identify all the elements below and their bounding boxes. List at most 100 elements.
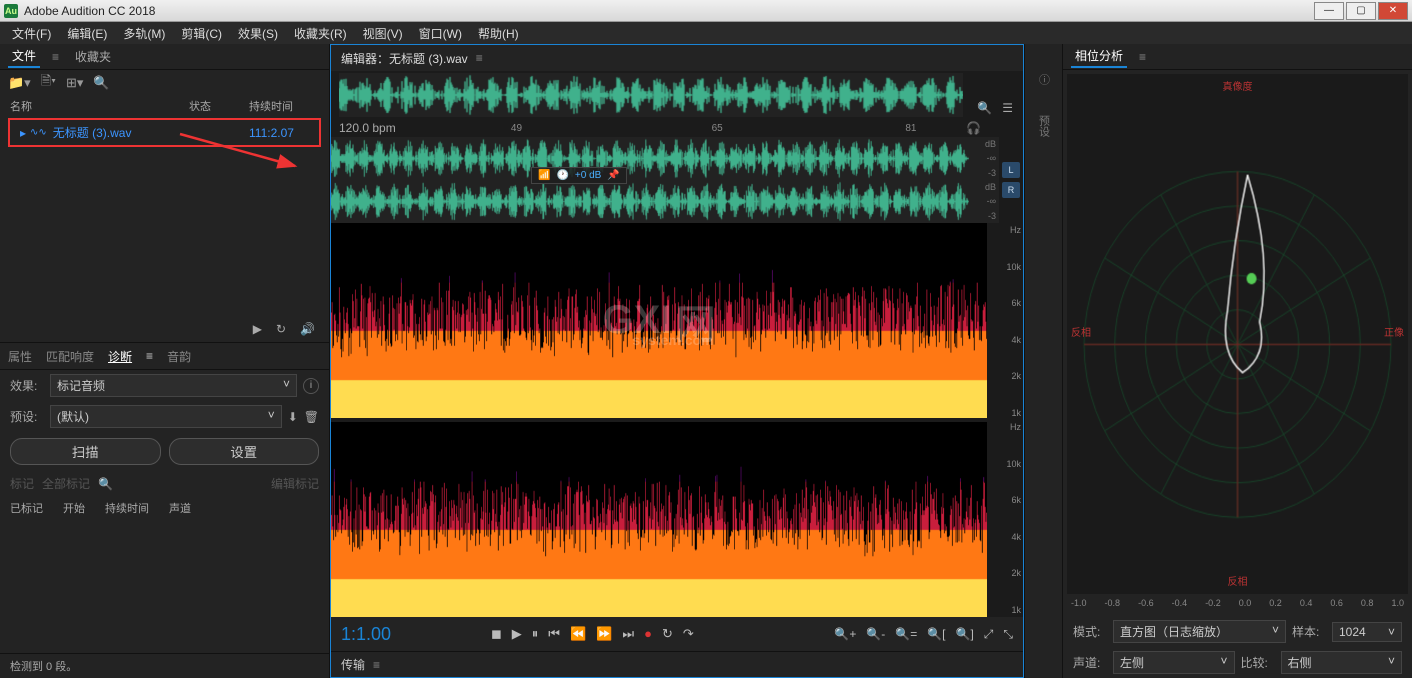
tab-diag[interactable]: 诊断 xyxy=(108,348,132,365)
info-icon[interactable]: i xyxy=(303,378,319,394)
open-file-icon[interactable]: 📁▾ xyxy=(8,75,31,91)
save-preset-icon[interactable]: ⬇ xyxy=(288,410,298,424)
loop-button[interactable]: ↻ xyxy=(662,626,673,642)
file-duration: 111:2.07 xyxy=(249,126,309,140)
left-channel-button[interactable]: L xyxy=(1002,162,1020,178)
new-multitrack-icon[interactable]: 🗎▾ xyxy=(41,72,56,94)
props-menu-icon[interactable]: ≡ xyxy=(146,349,153,363)
col-ch: 声道 xyxy=(169,500,191,516)
delete-preset-icon[interactable]: 🗑 xyxy=(304,410,319,424)
menu-clip[interactable]: 剪辑(C) xyxy=(175,23,228,44)
tab-match[interactable]: 匹配响度 xyxy=(46,348,94,365)
spectrogram-channels[interactable]: GXI网 system.com xyxy=(331,223,987,617)
next-button[interactable]: ⏭ xyxy=(622,626,634,642)
zoom-out-icon[interactable]: 🔍- xyxy=(866,627,885,642)
hud-signal-icon: 📶 xyxy=(538,170,550,181)
col-duration[interactable]: 持续时间 xyxy=(249,98,319,114)
minimize-button[interactable]: — xyxy=(1314,2,1344,20)
headphones-icon[interactable]: 🎧 xyxy=(966,121,981,135)
main-waveform: 📶 🕐 +0 dB 📌 dB-∞-3 dB-∞-3 L R xyxy=(331,137,1023,223)
expand-icon[interactable]: ▸ xyxy=(20,126,26,140)
workspace: 文件 ≡ 收藏夹 📁▾ 🗎▾ ⊞▾ 🔍 名称 状态 持续时间 ▸ ∿∿ 无标题 … xyxy=(0,44,1412,678)
tab-attrs[interactable]: 属性 xyxy=(8,348,32,365)
skip-button[interactable]: ↷ xyxy=(683,626,694,642)
zoom-sel-out-icon[interactable]: 🔍] xyxy=(956,627,974,642)
scan-button[interactable]: 扫描 xyxy=(10,438,161,465)
window-buttons: — ▢ ✕ xyxy=(1312,2,1408,20)
menu-edit[interactable]: 编辑(E) xyxy=(61,23,113,44)
spectro-canvas-left xyxy=(331,223,987,418)
rewind-button[interactable]: ⏪ xyxy=(570,626,586,642)
zoom-in-icon[interactable]: 🔍+ xyxy=(834,627,856,642)
app-title: Adobe Audition CC 2018 xyxy=(24,4,155,18)
panel-menu-icon[interactable]: ≡ xyxy=(52,50,59,64)
close-button[interactable]: ✕ xyxy=(1378,2,1408,20)
tab-files[interactable]: 文件 xyxy=(8,45,40,68)
zoom-tool-icon[interactable]: 🔍 xyxy=(977,101,992,115)
phase-tabs: 相位分析 ≡ xyxy=(1063,44,1412,70)
phase-menu-icon[interactable]: ≡ xyxy=(1139,50,1146,64)
tab-phase[interactable]: 相位分析 xyxy=(1071,45,1127,68)
play-icon[interactable]: ▶ xyxy=(253,322,262,336)
compare-select[interactable]: 右侧˅ xyxy=(1281,651,1403,674)
hud-clock-icon: 🕐 xyxy=(556,170,568,181)
menu-window[interactable]: 窗口(W) xyxy=(413,23,468,44)
menu-effects[interactable]: 效果(S) xyxy=(232,23,284,44)
insert-icon[interactable]: ⊞▾ xyxy=(66,75,83,91)
chevron-down-icon: ˅ xyxy=(1388,654,1395,671)
menu-help[interactable]: 帮助(H) xyxy=(472,23,525,44)
preset-strip-tab[interactable]: 预设 xyxy=(1036,115,1052,137)
search-icon[interactable]: 🔍 xyxy=(98,477,113,491)
hud-db[interactable]: +0 dB xyxy=(575,170,601,181)
spectro-canvas-right xyxy=(331,422,987,617)
effect-select[interactable]: 标记音频˅ xyxy=(50,374,297,397)
transfer-menu-icon[interactable]: ≡ xyxy=(373,658,380,672)
maximize-button[interactable]: ▢ xyxy=(1346,2,1376,20)
zoom-v-out-icon[interactable]: ⤡ xyxy=(1003,627,1013,642)
waveform-hud[interactable]: 📶 🕐 +0 dB 📌 xyxy=(531,167,627,184)
col-name[interactable]: 名称 xyxy=(10,98,189,114)
stop-button[interactable]: ◼ xyxy=(491,626,502,642)
channel-select[interactable]: 左侧˅ xyxy=(1113,651,1235,674)
prev-button[interactable]: ⏮ xyxy=(548,626,560,642)
files-panel-tabs: 文件 ≡ 收藏夹 xyxy=(0,44,329,70)
zoom-v-in-icon[interactable]: ⤢ xyxy=(984,627,994,642)
transfer-tab[interactable]: 传输 xyxy=(341,656,365,673)
bpm-display[interactable]: 120.0 bpm xyxy=(339,121,396,135)
play-button[interactable]: ▶ xyxy=(512,626,522,642)
timeline[interactable]: 120.0 bpm 49 65 81 🎧 xyxy=(331,119,1023,137)
autoplay-icon[interactable]: 🔊 xyxy=(300,322,315,336)
menu-multitrack[interactable]: 多轨(M) xyxy=(117,23,171,44)
file-item[interactable]: ▸ ∿∿ 无标题 (3).wav 111:2.07 xyxy=(8,118,321,147)
zoom-buttons: 🔍+ 🔍- 🔍= 🔍[ 🔍] ⤢ ⤡ xyxy=(834,627,1013,642)
waveform-tracks[interactable]: 📶 🕐 +0 dB 📌 xyxy=(331,137,969,223)
col-status[interactable]: 状态 xyxy=(189,98,249,114)
record-button[interactable]: ● xyxy=(644,626,652,642)
loop-icon[interactable]: ↻ xyxy=(276,322,286,336)
phase-display[interactable]: 真像度 反相 正像 反相 xyxy=(1067,74,1408,594)
menu-favorites[interactable]: 收藏夹(R) xyxy=(288,23,353,44)
samples-select[interactable]: 1024˅ xyxy=(1332,622,1402,642)
settings-button[interactable]: 设置 xyxy=(169,438,320,465)
right-channel-button[interactable]: R xyxy=(1002,182,1020,198)
search-icon[interactable]: 🔍 xyxy=(93,75,109,91)
info-strip-icon[interactable]: ⓘ xyxy=(1036,74,1052,85)
zoom-sel-in-icon[interactable]: 🔍[ xyxy=(927,627,945,642)
preset-select[interactable]: (默认)˅ xyxy=(50,405,282,428)
spectrogram-left[interactable]: GXI网 system.com xyxy=(331,223,987,418)
timeline-tick: 81 xyxy=(905,123,916,134)
spectrogram-right[interactable] xyxy=(331,422,987,617)
tab-favorites[interactable]: 收藏夹 xyxy=(71,46,115,67)
tab-pitch[interactable]: 音韵 xyxy=(167,348,191,365)
list-view-icon[interactable]: ☰ xyxy=(1002,101,1013,115)
timecode-display[interactable]: 1:1.00 xyxy=(341,624,451,645)
mode-select[interactable]: 直方图（日志缩放）˅ xyxy=(1113,620,1286,643)
menu-file[interactable]: 文件(F) xyxy=(6,23,57,44)
forward-button[interactable]: ⏩ xyxy=(596,626,612,642)
overview-waveform[interactable] xyxy=(339,73,963,117)
editor-menu-icon[interactable]: ≡ xyxy=(476,51,483,65)
hud-pin-icon[interactable]: 📌 xyxy=(607,170,619,181)
zoom-fit-icon[interactable]: 🔍= xyxy=(895,627,917,642)
pause-button[interactable]: ⏸ xyxy=(532,626,539,642)
menu-view[interactable]: 视图(V) xyxy=(357,23,409,44)
